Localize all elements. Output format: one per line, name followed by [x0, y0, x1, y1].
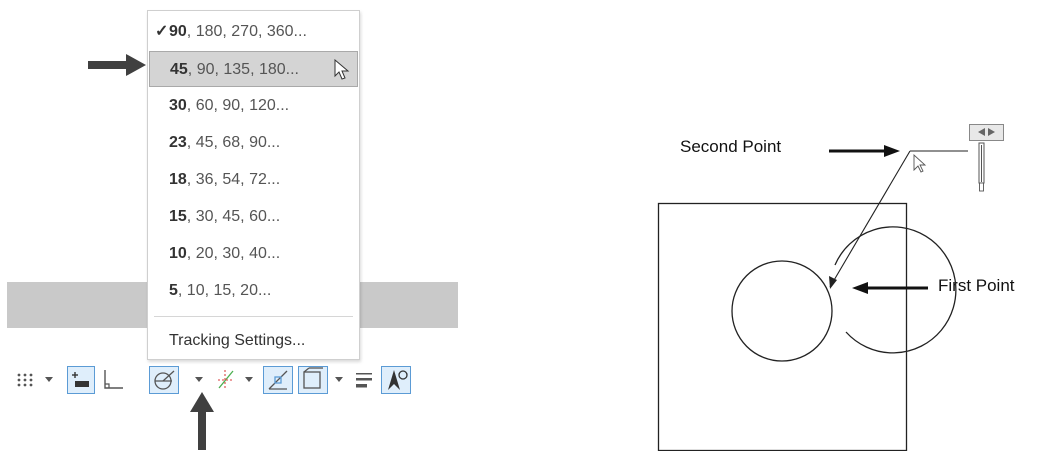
square-shape	[657, 202, 908, 451]
second-point-arrowhead	[884, 145, 900, 157]
mouse-cursor-icon	[913, 153, 927, 173]
leader-line	[829, 150, 911, 288]
grip-tooltip-box	[969, 124, 1004, 141]
outer-arc	[834, 226, 957, 354]
first-point-arrowhead	[852, 282, 868, 294]
drawing-canvas	[657, 124, 1004, 451]
inner-circle	[731, 260, 833, 362]
